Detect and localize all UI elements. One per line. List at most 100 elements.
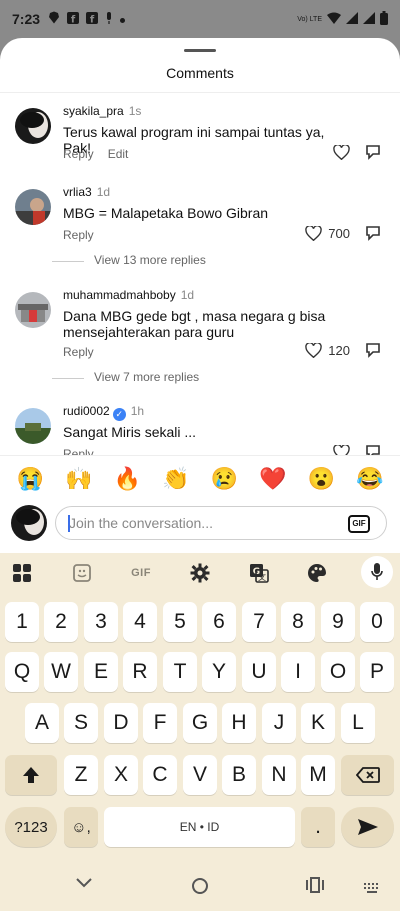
reply-button[interactable]: Reply [63, 228, 94, 242]
keyboard: GIF G文 1 2 3 4 5 6 7 8 9 0 Q W E R T Y U… [0, 553, 400, 865]
key-5[interactable]: 5 [163, 602, 197, 642]
key-c[interactable]: C [143, 755, 177, 795]
sheet-grabber[interactable] [184, 49, 216, 52]
divider [0, 92, 400, 93]
symbols-key[interactable]: ?123 [5, 807, 57, 847]
nav-recents-icon[interactable] [306, 877, 324, 893]
key-y[interactable]: Y [202, 652, 236, 692]
svg-text:f: f [90, 14, 95, 24]
avatar[interactable] [15, 108, 51, 144]
period-key[interactable]: . [301, 807, 335, 847]
key-t[interactable]: T [163, 652, 197, 692]
avatar[interactable] [15, 189, 51, 225]
comment-input-row: GIF [0, 501, 400, 553]
edit-button[interactable]: Edit [108, 147, 129, 161]
key-a[interactable]: A [25, 703, 59, 743]
key-l[interactable]: L [341, 703, 375, 743]
nav-home-icon[interactable] [191, 877, 209, 895]
keyboard-toolbar: GIF G文 [0, 553, 400, 593]
like-button[interactable]: 120 [305, 343, 350, 358]
comment-username[interactable]: muhammadmahboby [63, 288, 176, 302]
like-button[interactable] [333, 145, 350, 160]
key-8[interactable]: 8 [281, 602, 315, 642]
svg-text:f: f [71, 14, 76, 24]
like-count: 120 [328, 343, 350, 358]
key-s[interactable]: S [64, 703, 98, 743]
key-4[interactable]: 4 [123, 602, 157, 642]
shift-key[interactable] [5, 755, 57, 795]
key-v[interactable]: V [183, 755, 217, 795]
key-6[interactable]: 6 [202, 602, 236, 642]
emoji-button[interactable]: 👏 [162, 466, 189, 492]
backspace-key[interactable] [341, 755, 394, 795]
status-time: 7:23 [12, 11, 41, 27]
facebook-icon: f [67, 11, 80, 27]
emoji-button[interactable]: 😭 [17, 466, 44, 492]
keyboard-gif-button[interactable]: GIF [128, 561, 154, 585]
key-h[interactable]: H [222, 703, 256, 743]
palette-icon[interactable] [305, 561, 329, 585]
send-key[interactable] [341, 807, 394, 847]
key-x[interactable]: X [104, 755, 138, 795]
key-0[interactable]: 0 [360, 602, 394, 642]
key-q[interactable]: Q [5, 652, 39, 692]
like-button[interactable]: 700 [305, 226, 350, 241]
shift-icon [23, 767, 39, 783]
comment-actions: Reply [63, 228, 108, 242]
key-b[interactable]: B [222, 755, 256, 795]
space-key[interactable]: EN • ID [104, 807, 295, 847]
comment-username[interactable]: syakila_pra [63, 104, 124, 118]
reply-button[interactable]: Reply [63, 345, 94, 359]
gif-button[interactable]: GIF [348, 515, 370, 533]
key-r[interactable]: R [123, 652, 157, 692]
emoji-button[interactable]: 😂 [356, 466, 383, 492]
comment-header: muhammadmahboby 1d [63, 288, 194, 302]
comment-actions: Reply Edit [63, 147, 142, 161]
key-j[interactable]: J [262, 703, 296, 743]
key-w[interactable]: W [44, 652, 78, 692]
key-9[interactable]: 9 [321, 602, 355, 642]
nav-collapse-chevron-icon[interactable] [75, 877, 93, 889]
replies-line [52, 261, 84, 262]
view-more-replies-label: View 13 more replies [94, 253, 206, 267]
emoji-button[interactable]: 🔥 [114, 466, 141, 492]
sticker-icon[interactable] [70, 561, 94, 585]
comment-text: Dana MBG gede bgt , masa negara g bisa m… [63, 308, 326, 340]
emoji-button[interactable]: 🙌 [65, 466, 92, 492]
key-7[interactable]: 7 [242, 602, 276, 642]
key-u[interactable]: U [242, 652, 276, 692]
key-3[interactable]: 3 [84, 602, 118, 642]
comment-username[interactable]: rudi0002 [63, 404, 110, 418]
key-z[interactable]: Z [64, 755, 98, 795]
key-2[interactable]: 2 [44, 602, 78, 642]
emoji-button[interactable]: ❤️ [259, 466, 286, 492]
key-n[interactable]: N [262, 755, 296, 795]
emoji-button[interactable]: 😢 [211, 466, 238, 492]
key-k[interactable]: K [301, 703, 335, 743]
voice-input-button[interactable] [361, 556, 393, 588]
comment-username[interactable]: vrlia3 [63, 185, 92, 199]
key-p[interactable]: P [360, 652, 394, 692]
emoji-comma-key[interactable]: ☺, [64, 807, 98, 847]
key-g[interactable]: G [183, 703, 217, 743]
emoji-button[interactable]: 😮 [308, 466, 335, 492]
key-o[interactable]: O [321, 652, 355, 692]
share-reply-icon[interactable] [366, 343, 380, 363]
settings-gear-icon[interactable] [188, 561, 212, 585]
key-e[interactable]: E [84, 652, 118, 692]
comment-input[interactable] [55, 506, 387, 540]
avatar[interactable] [15, 292, 51, 328]
share-reply-icon[interactable] [366, 226, 380, 246]
key-1[interactable]: 1 [5, 602, 39, 642]
avatar[interactable] [15, 408, 51, 444]
share-reply-icon[interactable] [366, 145, 380, 165]
key-m[interactable]: M [301, 755, 335, 795]
key-f[interactable]: F [143, 703, 177, 743]
apps-grid-icon[interactable] [10, 561, 34, 585]
key-d[interactable]: D [104, 703, 138, 743]
translate-icon[interactable]: G文 [247, 561, 271, 585]
keyboard-switch-icon[interactable] [364, 883, 380, 893]
reply-button[interactable]: Reply [63, 147, 94, 161]
key-i[interactable]: I [281, 652, 315, 692]
verified-icon: ✓ [112, 408, 126, 421]
